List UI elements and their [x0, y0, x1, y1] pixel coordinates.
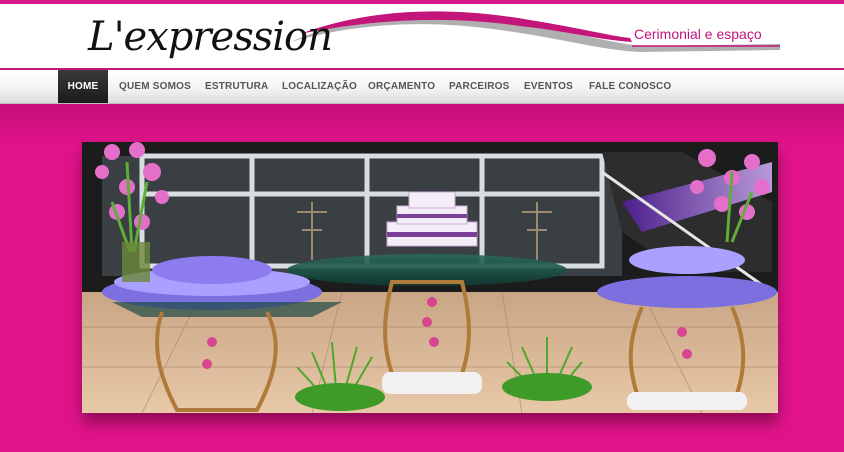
nav-item-home[interactable]: HOME [58, 70, 108, 103]
site-tagline: Cerimonial e espaço [634, 26, 762, 42]
site-header: L'expression Cerimonial e espaço [0, 4, 844, 68]
site-logo[interactable]: L'expression [88, 14, 333, 60]
nav-item-localizacao[interactable]: LOCALIZAÇÃO [282, 70, 357, 103]
nav-item-parceiros[interactable]: PARCEIROS [449, 70, 510, 103]
nav-item-fale-conosco[interactable]: FALE CONOSCO [589, 70, 671, 103]
hero-photo [82, 142, 778, 413]
main-nav: HOME QUEM SOMOS ESTRUTURA LOCALIZAÇÃO OR… [0, 70, 844, 104]
nav-item-eventos[interactable]: EVENTOS [524, 70, 573, 103]
nav-item-quem-somos[interactable]: QUEM SOMOS [119, 70, 191, 103]
nav-item-estrutura[interactable]: ESTRUTURA [205, 70, 268, 103]
nav-item-orcamento[interactable]: ORÇAMENTO [368, 70, 435, 103]
